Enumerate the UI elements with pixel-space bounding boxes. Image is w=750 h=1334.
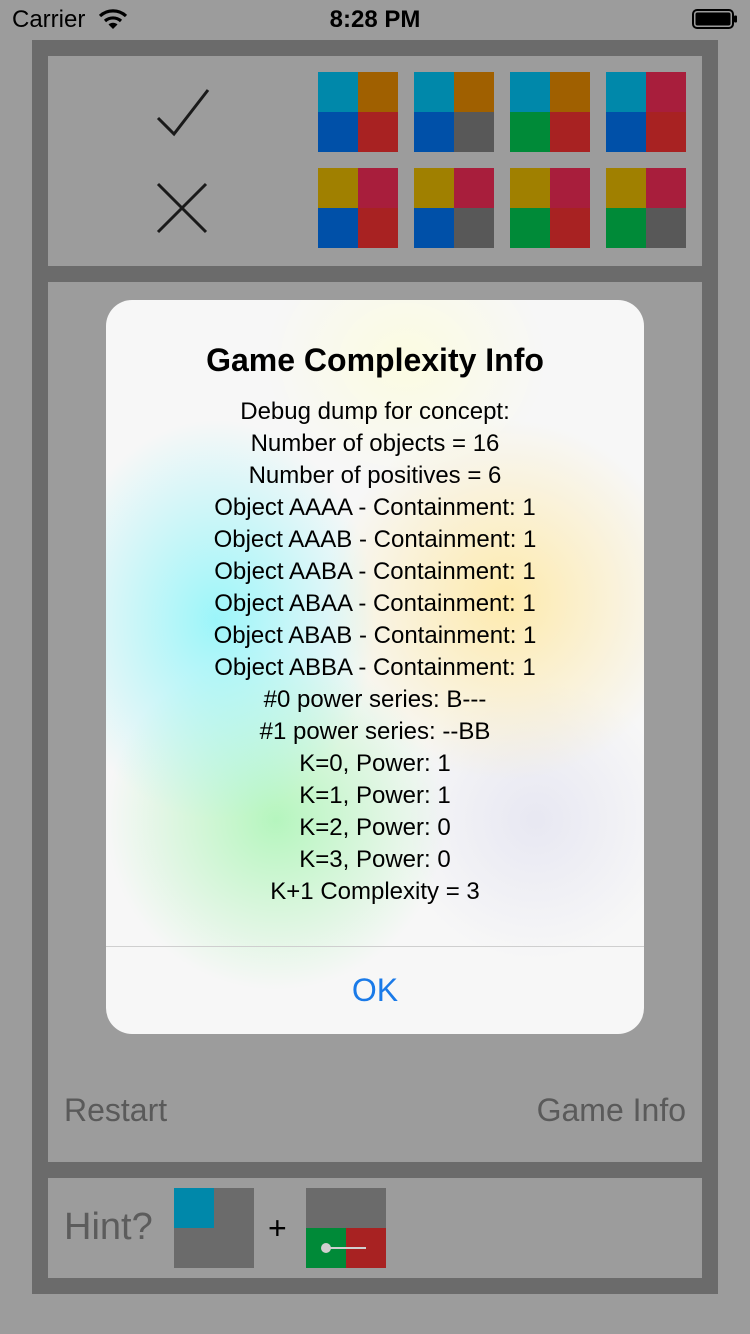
ok-button[interactable]: OK [106,947,644,1034]
alert-line: Object ABAB - Containment: 1 [213,622,537,649]
alert-line: K=3, Power: 0 [299,846,451,873]
alert-message: Debug dump for concept: Number of objects… [106,396,644,908]
alert-line: K=1, Power: 1 [299,782,451,809]
alert-title: Game Complexity Info [206,342,544,378]
alert-line: K=2, Power: 0 [299,814,451,841]
alert-line: Object AAAA - Containment: 1 [214,494,536,521]
alert-line: Debug dump for concept: [240,398,510,425]
alert-line: #1 power series: --BB [259,718,491,745]
complexity-alert: Game Complexity Info Debug dump for conc… [106,300,644,1034]
alert-line: Object ABBA - Containment: 1 [214,654,536,681]
alert-line: #0 power series: B--- [263,686,487,713]
alert-line: Number of objects = 16 [250,430,500,457]
alert-line: Object AABA - Containment: 1 [214,558,536,585]
alert-line: Object ABAA - Containment: 1 [214,590,536,617]
alert-line: Object AAAB - Containment: 1 [213,526,537,553]
alert-line: K+1 Complexity = 3 [270,878,480,905]
alert-line: K=0, Power: 1 [299,750,451,777]
alert-line: Number of positives = 6 [248,462,502,489]
